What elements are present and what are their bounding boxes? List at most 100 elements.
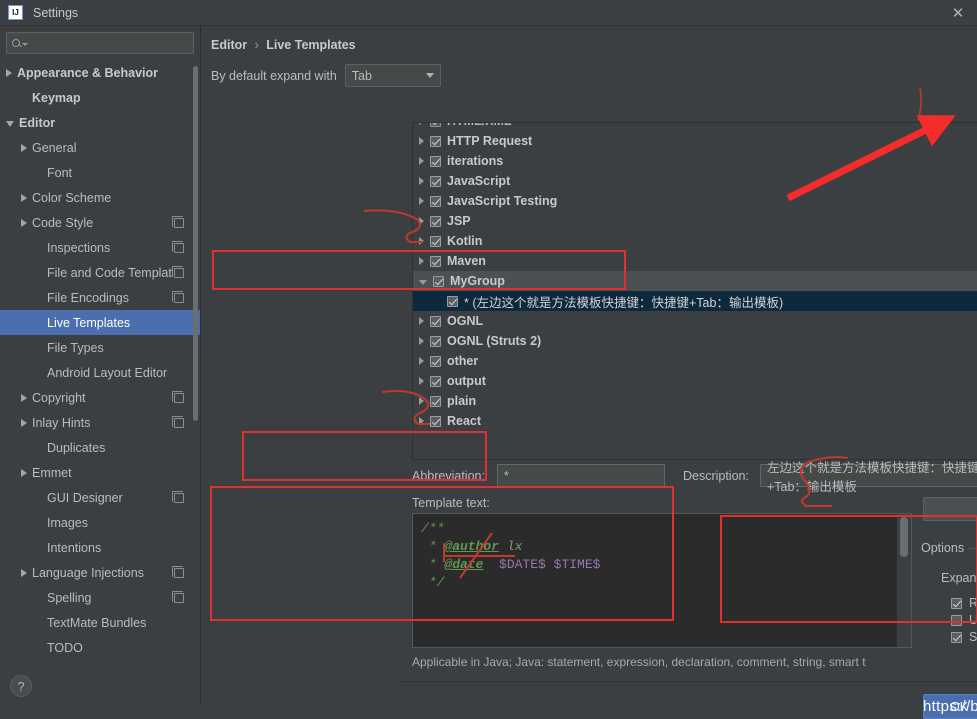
template-group-row[interactable]: React bbox=[413, 411, 977, 431]
sidebar-item-file-and-code-templat[interactable]: File and Code Templat bbox=[0, 260, 200, 285]
template-group-row[interactable]: iterations bbox=[413, 151, 977, 171]
chevron-right-icon[interactable] bbox=[21, 468, 27, 477]
live-templates-list[interactable]: HTML/XML HTTP Request iterations JavaScript… bbox=[412, 122, 977, 460]
template-item-row[interactable]: * (左边这个就是方法模板快捷键：快捷键+Tab：输出模板) bbox=[413, 291, 977, 311]
chevron-right-icon[interactable] bbox=[419, 157, 424, 165]
template-group-row[interactable]: HTTP Request bbox=[413, 131, 977, 151]
template-group-row[interactable]: Kotlin bbox=[413, 231, 977, 251]
chevron-right-icon[interactable] bbox=[21, 418, 27, 427]
sidebar-item-file-types[interactable]: File Types bbox=[0, 335, 200, 360]
chevron-right-icon[interactable] bbox=[6, 68, 12, 77]
template-text-editor[interactable]: /** * @author lx * @date $DATE$ $TIME$ *… bbox=[412, 513, 912, 648]
template-checkbox[interactable] bbox=[430, 375, 441, 387]
sidebar-item-intentions[interactable]: Intentions bbox=[0, 535, 200, 560]
copy-settings-icon[interactable] bbox=[172, 415, 184, 428]
option-checkbox-row[interactable]: Use static import if possible bbox=[951, 613, 977, 627]
template-checkbox[interactable] bbox=[430, 355, 441, 367]
chevron-right-icon[interactable] bbox=[419, 417, 424, 425]
template-checkbox[interactable] bbox=[447, 295, 458, 307]
sidebar-item-textmate-bundles[interactable]: TextMate Bundles bbox=[0, 610, 200, 635]
template-checkbox[interactable] bbox=[430, 255, 441, 267]
template-group-row[interactable]: output bbox=[413, 371, 977, 391]
edit-variables-button[interactable]: Edit variables bbox=[923, 497, 977, 521]
template-checkbox[interactable] bbox=[430, 175, 441, 187]
search-box[interactable] bbox=[6, 32, 194, 54]
sidebar-item-font[interactable]: Font bbox=[0, 160, 200, 185]
template-group-row[interactable]: MyGroup bbox=[413, 271, 977, 291]
chevron-right-icon[interactable] bbox=[419, 357, 424, 365]
option-checkbox[interactable] bbox=[951, 597, 962, 609]
chevron-right-icon[interactable] bbox=[419, 237, 424, 245]
template-checkbox[interactable] bbox=[430, 235, 441, 247]
template-checkbox[interactable] bbox=[430, 215, 441, 227]
template-checkbox[interactable] bbox=[430, 395, 441, 407]
copy-settings-icon[interactable] bbox=[172, 390, 184, 403]
copy-settings-icon[interactable] bbox=[172, 565, 184, 578]
copy-settings-icon[interactable] bbox=[172, 290, 184, 303]
template-group-row[interactable]: HTML/XML bbox=[413, 123, 977, 131]
template-checkbox[interactable] bbox=[430, 315, 441, 327]
chevron-right-icon[interactable] bbox=[21, 568, 27, 577]
option-checkbox-row[interactable]: Reformat according to style bbox=[951, 596, 977, 610]
chevron-right-icon[interactable] bbox=[419, 123, 424, 125]
template-checkbox[interactable] bbox=[430, 123, 441, 127]
chevron-right-icon[interactable] bbox=[419, 377, 424, 385]
sidebar-item-android-layout-editor[interactable]: Android Layout Editor bbox=[0, 360, 200, 385]
option-checkbox-row[interactable]: Shorten FQ names bbox=[951, 630, 977, 644]
copy-settings-icon[interactable] bbox=[172, 240, 184, 253]
sidebar-item-live-templates[interactable]: Live Templates bbox=[0, 310, 200, 335]
template-group-row[interactable]: Maven bbox=[413, 251, 977, 271]
copy-settings-icon[interactable] bbox=[172, 490, 184, 503]
chevron-right-icon[interactable] bbox=[419, 257, 424, 265]
chevron-right-icon[interactable] bbox=[21, 143, 27, 152]
sidebar-item-emmet[interactable]: Emmet bbox=[0, 460, 200, 485]
sidebar-item-color-scheme[interactable]: Color Scheme bbox=[0, 185, 200, 210]
chevron-down-icon[interactable] bbox=[419, 280, 427, 285]
default-expand-dropdown[interactable]: Tab bbox=[344, 64, 441, 87]
template-group-row[interactable]: plain bbox=[413, 391, 977, 411]
copy-settings-icon[interactable] bbox=[172, 265, 184, 278]
template-checkbox[interactable] bbox=[430, 195, 441, 207]
editor-scrollbar-thumb[interactable] bbox=[900, 517, 908, 557]
chevron-right-icon[interactable] bbox=[419, 337, 424, 345]
sidebar-item-language-injections[interactable]: Language Injections bbox=[0, 560, 200, 585]
copy-settings-icon[interactable] bbox=[172, 215, 184, 228]
template-checkbox[interactable] bbox=[433, 275, 444, 287]
chevron-down-icon[interactable] bbox=[6, 121, 14, 127]
template-group-row[interactable]: OGNL bbox=[413, 311, 977, 331]
sidebar-item-duplicates[interactable]: Duplicates bbox=[0, 435, 200, 460]
description-input[interactable]: 左边这个就是方法模板快捷键：快捷键+Tab：输出模板 bbox=[759, 461, 977, 494]
option-checkbox[interactable] bbox=[951, 631, 962, 643]
copy-settings-icon[interactable] bbox=[172, 590, 184, 603]
sidebar-item-code-style[interactable]: Code Style bbox=[0, 210, 200, 235]
sidebar-item-file-encodings[interactable]: File Encodings bbox=[0, 285, 200, 310]
close-icon[interactable]: ✕ bbox=[949, 4, 967, 22]
sidebar-item-spelling[interactable]: Spelling bbox=[0, 585, 200, 610]
template-group-row[interactable]: JavaScript Testing bbox=[413, 191, 977, 211]
sidebar-item-general[interactable]: General bbox=[0, 135, 200, 160]
sidebar-item-inspections[interactable]: Inspections bbox=[0, 235, 200, 260]
chevron-right-icon[interactable] bbox=[419, 177, 424, 185]
template-group-row[interactable]: OGNL (Struts 2) bbox=[413, 331, 977, 351]
sidebar-scrollbar[interactable] bbox=[193, 66, 198, 421]
chevron-right-icon[interactable] bbox=[21, 218, 27, 227]
template-group-row[interactable]: other bbox=[413, 351, 977, 371]
search-input[interactable] bbox=[31, 35, 190, 51]
template-group-row[interactable]: JavaScript bbox=[413, 171, 977, 191]
option-checkbox[interactable] bbox=[951, 614, 962, 626]
chevron-right-icon[interactable] bbox=[419, 197, 424, 205]
sidebar-item-editor[interactable]: Editor bbox=[0, 110, 200, 135]
template-checkbox[interactable] bbox=[430, 335, 441, 347]
chevron-right-icon[interactable] bbox=[419, 137, 424, 145]
chevron-right-icon[interactable] bbox=[21, 393, 27, 402]
sidebar-item-keymap[interactable]: Keymap bbox=[0, 85, 200, 110]
sidebar-item-todo[interactable]: TODO bbox=[0, 635, 200, 660]
sidebar-item-gui-designer[interactable]: GUI Designer bbox=[0, 485, 200, 510]
sidebar-item-copyright[interactable]: Copyright bbox=[0, 385, 200, 410]
sidebar-item-images[interactable]: Images bbox=[0, 510, 200, 535]
template-group-row[interactable]: JSP bbox=[413, 211, 977, 231]
sidebar-item-appearance-behavior[interactable]: Appearance & Behavior bbox=[0, 60, 200, 85]
help-button[interactable]: ? bbox=[10, 675, 32, 697]
chevron-right-icon[interactable] bbox=[419, 397, 424, 405]
chevron-right-icon[interactable] bbox=[419, 317, 424, 325]
